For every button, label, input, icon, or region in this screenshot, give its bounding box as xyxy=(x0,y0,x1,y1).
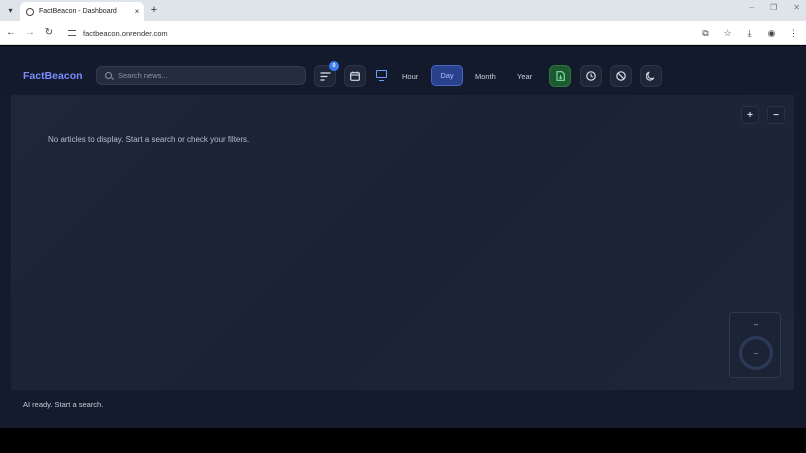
tab-close-icon[interactable]: × xyxy=(130,7,144,16)
block-sources-button[interactable] xyxy=(610,65,632,87)
theme-toggle-button[interactable] xyxy=(640,65,662,87)
address-bar-actions: ⧉ ☆ ⤓ ◉ ⋮ xyxy=(699,26,800,40)
download-icon[interactable]: ⤓ xyxy=(743,26,756,40)
url-text: factbeacon.onrender.com xyxy=(83,28,168,38)
new-tab-button[interactable]: + xyxy=(148,3,160,17)
window-controls: – ❐ ✕ xyxy=(750,3,800,12)
range-year[interactable]: Year xyxy=(517,72,532,81)
app-header: FactBeacon 0 Hour Day Month Year xyxy=(0,46,806,94)
filter-count-badge: 0 xyxy=(329,61,339,71)
site-info-icon[interactable] xyxy=(68,30,76,36)
search-box xyxy=(96,66,306,85)
minimize-button[interactable]: – xyxy=(750,3,754,12)
gauge-top-value: -- xyxy=(753,322,759,329)
favicon-icon xyxy=(26,7,34,16)
tab-title: FactBeacon - Dashboard xyxy=(39,8,117,15)
url-field[interactable]: factbeacon.onrender.com xyxy=(60,24,700,42)
app-root: FactBeacon 0 Hour Day Month Year xyxy=(0,46,806,428)
range-day[interactable]: Day xyxy=(431,65,463,86)
range-month[interactable]: Month xyxy=(475,72,496,81)
zoom-in-button[interactable]: + xyxy=(741,106,759,124)
menu-kebab-icon[interactable]: ⋮ xyxy=(787,26,800,40)
browser-tab-bar: ▾ FactBeacon - Dashboard × + – ❐ ✕ xyxy=(0,0,806,21)
bottom-bar xyxy=(0,428,806,453)
browser-tab[interactable]: FactBeacon - Dashboard × xyxy=(20,2,144,21)
profile-icon[interactable]: ◉ xyxy=(765,26,778,40)
block-icon xyxy=(616,71,626,81)
calendar-button[interactable] xyxy=(344,65,366,87)
forward-icon[interactable]: → xyxy=(24,27,36,39)
export-button[interactable] xyxy=(549,65,571,87)
filter-icon xyxy=(320,71,330,81)
restore-button[interactable]: ❐ xyxy=(770,3,777,12)
export-icon xyxy=(555,71,565,81)
range-hour[interactable]: Hour xyxy=(402,72,418,81)
calendar-icon xyxy=(350,71,360,81)
empty-state-message: No articles to display. Start a search o… xyxy=(48,135,250,144)
bookmark-star-icon[interactable]: ☆ xyxy=(721,26,734,40)
clock-icon xyxy=(586,71,596,81)
filter-button[interactable]: 0 xyxy=(314,61,339,87)
reload-icon[interactable]: ↻ xyxy=(43,27,55,39)
gauge-center-value: -- xyxy=(753,349,759,357)
moon-icon xyxy=(646,71,655,81)
credibility-gauge-card: -- -- xyxy=(729,312,781,378)
zoom-out-button[interactable]: − xyxy=(767,106,785,124)
search-icon xyxy=(105,72,112,79)
search-input[interactable] xyxy=(118,71,288,80)
gauge-ring: -- xyxy=(739,336,773,370)
close-window-button[interactable]: ✕ xyxy=(793,3,800,12)
translate-icon[interactable]: ⧉ xyxy=(699,26,712,40)
address-bar-row: ← → ↻ factbeacon.onrender.com ⧉ ☆ ⤓ ◉ ⋮ xyxy=(0,21,806,45)
logo[interactable]: FactBeacon xyxy=(23,70,83,82)
status-text: AI ready. Start a search. xyxy=(23,400,104,409)
tab-menu-chevron-icon[interactable]: ▾ xyxy=(4,4,17,17)
history-button[interactable] xyxy=(580,65,602,87)
monitor-icon[interactable] xyxy=(376,70,387,81)
back-icon[interactable]: ← xyxy=(5,27,17,39)
